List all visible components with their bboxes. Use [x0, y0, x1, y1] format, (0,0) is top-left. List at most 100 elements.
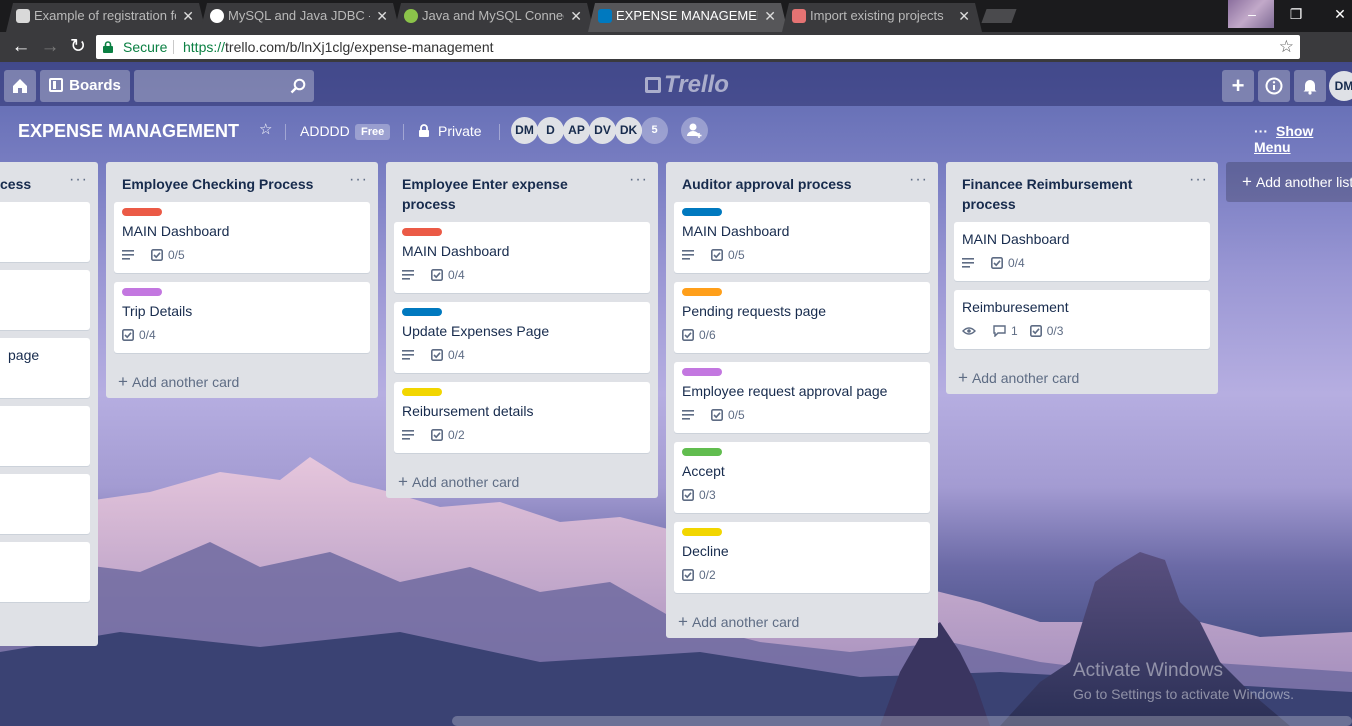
card[interactable] — [0, 270, 90, 330]
team-name[interactable]: ADDDD — [300, 123, 350, 139]
invite-member-button[interactable] — [681, 117, 708, 144]
card[interactable] — [0, 542, 90, 602]
tab-favicon-icon — [792, 9, 806, 23]
notifications-button[interactable] — [1294, 70, 1326, 102]
browser-tab-active[interactable]: EXPENSE MANAGEMENT ✕ — [588, 3, 788, 32]
card[interactable]: Update Expenses Page 0/4 — [394, 302, 650, 373]
card[interactable]: Pending requests page 0/6 — [674, 282, 930, 353]
member-avatar[interactable]: AP — [563, 117, 590, 144]
close-tab-icon[interactable]: ✕ — [764, 3, 776, 29]
card-label[interactable] — [402, 388, 442, 396]
browser-tab[interactable]: Import existing projects ✕ — [782, 3, 982, 32]
comment-count: 1 — [1011, 324, 1018, 338]
star-board-icon[interactable]: ☆ — [259, 120, 272, 138]
member-avatar[interactable]: DV — [589, 117, 616, 144]
add-card-button[interactable]: + Add another card — [118, 372, 239, 392]
board-title[interactable]: EXPENSE MANAGEMENT — [18, 121, 239, 142]
card[interactable]: Trip Details 0/4 — [114, 282, 370, 353]
card[interactable]: page — [0, 338, 90, 398]
close-window-icon[interactable]: ✕ — [1322, 0, 1352, 28]
visibility-button[interactable]: Private — [418, 123, 482, 139]
create-button[interactable]: + — [1222, 70, 1254, 102]
visibility-label: Private — [438, 123, 482, 139]
card-label[interactable] — [402, 228, 442, 236]
description-badge — [402, 430, 419, 440]
close-tab-icon[interactable]: ✕ — [570, 3, 582, 29]
checklist-badge: 0/6 — [682, 328, 716, 342]
card[interactable]: MAIN Dashboard 0/5 — [114, 202, 370, 273]
card[interactable] — [0, 202, 90, 262]
list-title[interactable]: Auditor approval process — [682, 174, 892, 194]
card[interactable]: Decline 0/2 — [674, 522, 930, 593]
list-menu-icon[interactable]: ··· — [69, 171, 88, 189]
card-title: Accept — [682, 463, 725, 479]
back-arrow-icon[interactable]: ← — [9, 36, 33, 58]
card-label[interactable] — [122, 288, 162, 296]
member-avatar[interactable]: DK — [615, 117, 642, 144]
card[interactable]: MAIN Dashboard 0/4 — [394, 222, 650, 293]
member-count-badge[interactable]: 5 — [641, 117, 668, 144]
card-label[interactable] — [682, 448, 722, 456]
bookmark-star-icon[interactable]: ☆ — [1279, 35, 1294, 59]
close-tab-icon[interactable]: ✕ — [958, 3, 970, 29]
forward-arrow-icon[interactable]: → — [38, 36, 62, 58]
description-icon — [402, 270, 414, 280]
browser-tab[interactable]: MySQL and Java JDBC - T ✕ — [200, 3, 400, 32]
add-card-button[interactable]: + Add another card — [678, 612, 799, 632]
card[interactable]: Reibursement details 0/2 — [394, 382, 650, 453]
card[interactable]: Reimburesement 1 0/3 — [954, 290, 1210, 349]
card-label[interactable] — [682, 288, 722, 296]
list-menu-icon[interactable]: ··· — [1189, 171, 1208, 189]
card[interactable]: Accept 0/3 — [674, 442, 930, 513]
secure-label: Secure — [123, 39, 168, 55]
list-title[interactable]: Employee Enter expense process — [402, 174, 612, 214]
card-label[interactable] — [682, 208, 722, 216]
list-title[interactable]: Employee Checking Process — [122, 174, 332, 194]
checklist-icon — [682, 489, 694, 501]
card[interactable] — [0, 406, 90, 466]
trello-logo[interactable]: Trello — [645, 71, 729, 99]
member-avatar[interactable]: D — [537, 117, 564, 144]
card-title: Pending requests page — [682, 303, 826, 319]
card[interactable]: MAIN Dashboard 0/5 — [674, 202, 930, 273]
card[interactable]: Employee request approval page 0/5 — [674, 362, 930, 433]
close-tab-icon[interactable]: ✕ — [376, 3, 388, 29]
member-avatar[interactable]: DM — [511, 117, 538, 144]
browser-tab[interactable]: Example of registration fo ✕ — [6, 3, 206, 32]
close-tab-icon[interactable]: ✕ — [182, 3, 194, 29]
url-path: /b/lnXj1clg/expense-management — [285, 39, 494, 55]
show-menu-button[interactable]: ··· Show Menu — [1254, 123, 1352, 155]
minimize-window-icon[interactable]: – — [1234, 0, 1270, 28]
add-card-button[interactable]: + Add another card — [398, 472, 519, 492]
card-label[interactable] — [682, 528, 722, 536]
user-avatar[interactable]: DM — [1329, 71, 1352, 101]
description-badge — [962, 258, 979, 268]
card-badges: 0/5 — [682, 408, 757, 422]
list-title[interactable]: Financee Reimbursement process — [962, 174, 1172, 214]
new-tab-button[interactable] — [981, 9, 1017, 23]
search-input[interactable] — [134, 70, 314, 102]
reload-icon[interactable]: ↻ — [66, 36, 90, 58]
card-label[interactable] — [122, 208, 162, 216]
boards-button[interactable]: Boards — [40, 70, 130, 102]
home-button[interactable] — [4, 70, 36, 102]
card[interactable] — [0, 474, 90, 534]
tab-title: Import existing projects — [810, 8, 944, 23]
add-list-button[interactable]: + Add another list — [1226, 162, 1352, 202]
add-card-button[interactable]: + Add another card — [958, 368, 1079, 388]
description-badge — [122, 250, 139, 260]
list-menu-icon[interactable]: ··· — [349, 171, 368, 189]
browser-tab[interactable]: Java and MySQL Connec ✕ — [394, 3, 594, 32]
restore-window-icon[interactable]: ❐ — [1278, 0, 1314, 28]
list-menu-icon[interactable]: ··· — [629, 171, 648, 189]
card-label[interactable] — [682, 368, 722, 376]
checklist-count: 0/4 — [448, 268, 465, 282]
card[interactable]: MAIN Dashboard 0/4 — [954, 222, 1210, 281]
info-button[interactable] — [1258, 70, 1290, 102]
description-icon — [402, 350, 414, 360]
horizontal-scrollbar[interactable] — [452, 716, 1352, 726]
card-label[interactable] — [402, 308, 442, 316]
list-menu-icon[interactable]: ··· — [909, 171, 928, 189]
address-bar[interactable]: Secure https://trello.com/b/lnXj1clg/exp… — [96, 35, 1300, 59]
card-badges: 0/2 — [682, 568, 728, 582]
